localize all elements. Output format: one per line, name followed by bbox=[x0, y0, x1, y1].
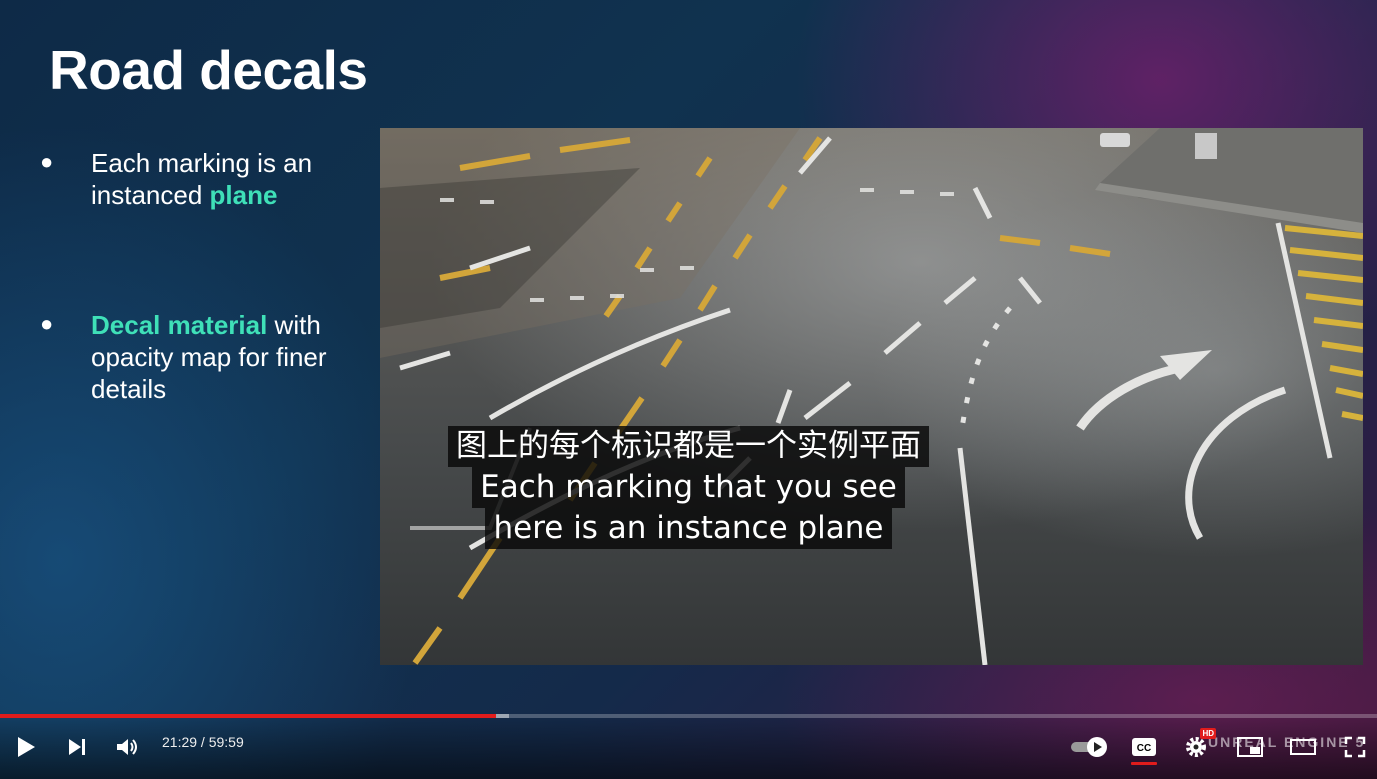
bullet-text: Each marking is an instanced plane bbox=[91, 147, 361, 211]
captions-overlay: 图上的每个标识都是一个实例平面 Each marking that you se… bbox=[0, 426, 1377, 549]
slide-title: Road decals bbox=[49, 39, 368, 101]
progress-played bbox=[0, 714, 497, 718]
time-display: 21:29 / 59:59 bbox=[162, 734, 244, 750]
captions-icon: CC bbox=[1132, 738, 1156, 756]
captions-active-indicator bbox=[1131, 762, 1157, 765]
theater-mode-icon bbox=[1290, 739, 1316, 755]
bullet-dot-icon: ● bbox=[40, 149, 54, 174]
bullet-highlight: Decal material bbox=[91, 310, 268, 340]
play-icon bbox=[18, 737, 35, 757]
settings-button[interactable]: HD bbox=[1179, 728, 1216, 764]
caption-line-english-1: Each marking that you see bbox=[472, 467, 905, 508]
player-controls: 21:29 / 59:59 UNREAL ENGINE 5 CC HD bbox=[0, 712, 1377, 779]
caption-line-english-2: here is an instance plane bbox=[485, 508, 892, 549]
mute-button[interactable] bbox=[111, 730, 145, 764]
autoplay-toggle[interactable] bbox=[1068, 730, 1110, 764]
current-time: 21:29 bbox=[162, 734, 198, 750]
next-icon bbox=[69, 739, 85, 755]
time-separator: / bbox=[197, 734, 209, 750]
fullscreen-button[interactable] bbox=[1338, 730, 1372, 764]
theater-mode-button[interactable] bbox=[1286, 730, 1320, 764]
next-button[interactable] bbox=[60, 730, 94, 764]
video-player[interactable]: Road decals ● Each marking is an instanc… bbox=[0, 0, 1377, 779]
duration: 59:59 bbox=[208, 734, 244, 750]
bullet-text-plain: Each marking is an instanced bbox=[91, 148, 313, 210]
progress-bar[interactable] bbox=[0, 714, 1377, 718]
autoplay-toggle-icon bbox=[1071, 737, 1107, 757]
miniplayer-button[interactable] bbox=[1233, 730, 1267, 764]
play-button[interactable] bbox=[9, 730, 43, 764]
miniplayer-icon bbox=[1237, 737, 1263, 757]
road-scene-image bbox=[380, 128, 1363, 665]
volume-icon bbox=[117, 739, 137, 755]
svg-text:CC: CC bbox=[1137, 743, 1151, 754]
bullet-dot-icon: ● bbox=[40, 311, 54, 336]
bullet-highlight: plane bbox=[209, 180, 278, 210]
bullet-text: Decal material with opacity map for fine… bbox=[91, 309, 361, 405]
fullscreen-icon bbox=[1344, 736, 1366, 758]
hd-badge: HD bbox=[1200, 728, 1216, 739]
captions-button[interactable]: CC bbox=[1127, 730, 1161, 765]
caption-line-chinese: 图上的每个标识都是一个实例平面 bbox=[448, 426, 929, 467]
